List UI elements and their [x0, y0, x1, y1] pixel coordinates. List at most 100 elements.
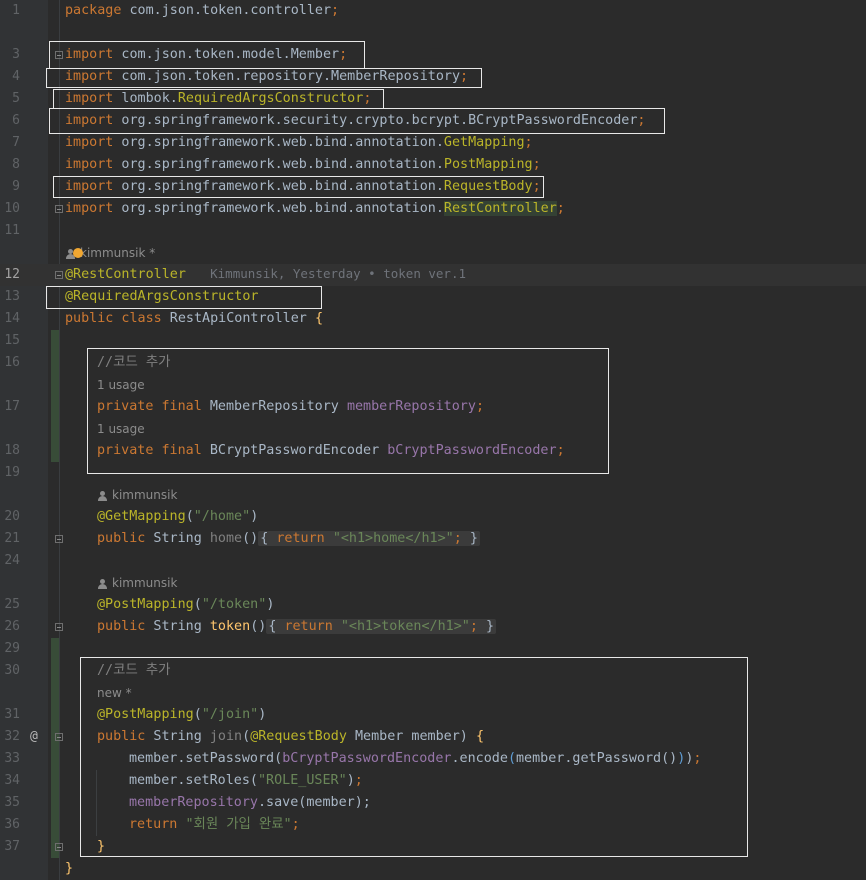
line-number: 6	[12, 113, 20, 128]
highlight-box	[80, 657, 748, 857]
line-number: 29	[4, 641, 20, 656]
line-number: 26	[4, 619, 20, 634]
import-class: GetMapping	[443, 135, 525, 150]
highlight-box	[87, 348, 609, 474]
code-line[interactable]: }	[0, 858, 866, 880]
line-number: 36	[4, 817, 20, 832]
keyword: class	[113, 311, 162, 326]
keyword: package	[65, 3, 122, 18]
line-number: 21	[4, 531, 20, 546]
type-name: String	[145, 531, 210, 546]
line-number: 16	[4, 355, 20, 370]
author-hint[interactable]: kimmunsik	[98, 572, 177, 594]
author-hint[interactable]: kimmunsik	[98, 484, 177, 506]
keyword: public	[97, 619, 146, 634]
folded-region[interactable]: { return "<h1>home</h1>"; }	[258, 531, 480, 546]
author-name: kimmunsik	[112, 576, 178, 590]
string-literal: "/home"	[193, 509, 251, 524]
semicolon: ;	[556, 201, 565, 216]
import-path: org.springframework.web.bind.annotation.	[113, 135, 444, 150]
import-path: org.springframework.web.bind.annotation.	[113, 157, 444, 172]
line-number: 35	[4, 795, 20, 810]
line-number: 4	[12, 69, 20, 84]
fold-icon[interactable]	[55, 843, 63, 851]
string-literal: "<h1>home</h1>"	[332, 531, 454, 546]
class-name: RestApiController	[161, 311, 315, 326]
code-line[interactable]: 26 public String token(){ return "<h1>to…	[0, 616, 866, 638]
parens: ()	[250, 619, 267, 634]
author-name: kimmunsik	[112, 488, 178, 502]
line-number: 31	[4, 707, 20, 722]
import-class: RestController	[443, 201, 557, 216]
author-name: kimmunsik *	[80, 246, 156, 260]
import-class: PostMapping	[443, 157, 533, 172]
line-number: 10	[4, 201, 20, 216]
folded-region[interactable]: { return "<h1>token</h1>"; }	[266, 619, 497, 634]
line-number: 18	[4, 443, 20, 458]
line-number: 15	[4, 333, 20, 348]
highlight-box	[53, 89, 384, 109]
line-number: 19	[4, 465, 20, 480]
brace: {	[314, 311, 323, 326]
keyword: public	[97, 531, 146, 546]
line-number: 9	[12, 179, 20, 194]
code-line-current[interactable]: 12 @RestController Kimmunsik, Yesterday …	[0, 264, 866, 286]
line-number: 12	[4, 267, 20, 282]
code-line[interactable]: 14 public class RestApiController {	[0, 308, 866, 330]
line-number: 7	[12, 135, 20, 150]
highlight-box	[53, 176, 544, 198]
package-name: com.json.token.controller	[121, 3, 332, 18]
code-line[interactable]: 11	[0, 220, 866, 242]
line-number: 33	[4, 751, 20, 766]
code-editor[interactable]: 1 package com.json.token.controller; 3 i…	[0, 0, 866, 880]
line-number: 25	[4, 597, 20, 612]
line-number: 30	[4, 663, 20, 678]
line-number: 20	[4, 509, 20, 524]
line-number: 5	[12, 91, 20, 106]
line-number: 11	[4, 223, 20, 238]
line-number: 17	[4, 399, 20, 414]
line-number: 1	[12, 3, 20, 18]
person-icon	[98, 578, 107, 589]
endpoint-gutter-icon[interactable]: @	[30, 726, 38, 748]
method-name: home	[209, 531, 243, 546]
highlight-box	[49, 41, 365, 69]
line-number: 13	[4, 289, 20, 304]
semicolon: ;	[532, 157, 541, 172]
line-number: 32	[4, 729, 20, 744]
semicolon: ;	[524, 135, 533, 150]
code-line[interactable]: 24	[0, 550, 866, 572]
git-blame-annotation[interactable]: Kimmunsik, Yesterday • token ver.1	[210, 266, 466, 281]
brace: }	[65, 861, 74, 876]
method-name: token	[209, 619, 251, 634]
code-line[interactable]: 8 import org.springframework.web.bind.an…	[0, 154, 866, 176]
type-name: String	[145, 619, 210, 634]
line-number: 34	[4, 773, 20, 788]
keyword: public	[65, 311, 114, 326]
highlight-box	[46, 68, 482, 88]
keyword: import	[65, 135, 114, 150]
keyword: import	[65, 201, 114, 216]
keyword: return	[276, 531, 325, 546]
code-line[interactable]: 1 package com.json.token.controller;	[0, 0, 866, 22]
line-number: 14	[4, 311, 20, 326]
code-line[interactable]: 25 @PostMapping("/token")	[0, 594, 866, 616]
fold-icon[interactable]	[55, 623, 63, 631]
line-number: 37	[4, 839, 20, 854]
fold-icon[interactable]	[55, 205, 63, 213]
line-number: 8	[12, 157, 20, 172]
keyword: return	[284, 619, 333, 634]
fold-icon[interactable]	[55, 733, 63, 741]
code-line[interactable]: 21 public String home(){ return "<h1>hom…	[0, 528, 866, 550]
code-line[interactable]: 10 import org.springframework.web.bind.a…	[0, 198, 866, 220]
fold-icon[interactable]	[55, 535, 63, 543]
code-line[interactable]: 7 import org.springframework.web.bind.an…	[0, 132, 866, 154]
annotation: @PostMapping	[97, 597, 194, 612]
highlight-box	[49, 108, 665, 134]
annotation: @RestController	[65, 267, 186, 282]
import-path: org.springframework.web.bind.annotation.	[113, 201, 444, 216]
code-line[interactable]: 20 @GetMapping("/home")	[0, 506, 866, 528]
highlight-box	[46, 286, 322, 309]
fold-icon[interactable]	[55, 271, 63, 279]
lightbulb-icon[interactable]	[73, 248, 83, 258]
